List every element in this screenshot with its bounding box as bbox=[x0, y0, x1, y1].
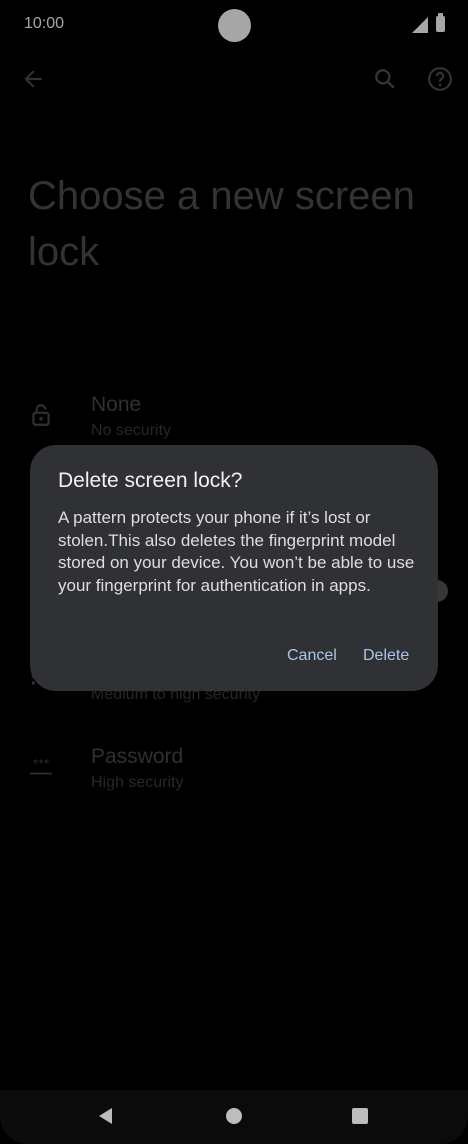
phone-screen: 10:00 Choose a new screen lock None No s… bbox=[0, 0, 468, 1144]
dialog-title: Delete screen lock? bbox=[58, 469, 243, 492]
delete-button[interactable]: Delete bbox=[363, 645, 409, 667]
nav-back-icon[interactable] bbox=[96, 1106, 116, 1126]
delete-screen-lock-dialog: Delete screen lock? A pattern protects y… bbox=[30, 445, 438, 691]
navigation-bar bbox=[0, 1090, 468, 1144]
dialog-message: A pattern protects your phone if it’s lo… bbox=[58, 508, 415, 595]
nav-home-icon[interactable] bbox=[226, 1108, 242, 1124]
nav-recents-icon[interactable] bbox=[352, 1108, 368, 1124]
cancel-button[interactable]: Cancel bbox=[287, 645, 337, 667]
